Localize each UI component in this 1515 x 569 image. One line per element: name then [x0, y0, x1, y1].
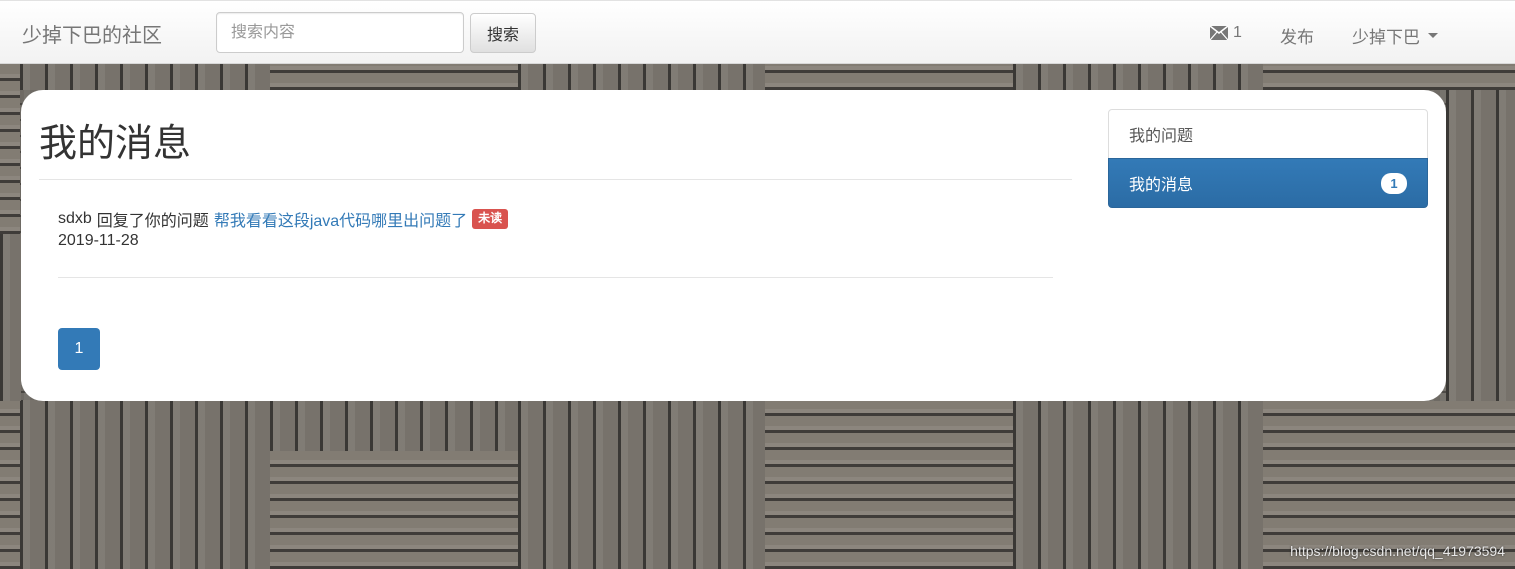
envelope-icon	[1210, 26, 1228, 40]
sidebar-item-label: 我的问题	[1129, 128, 1194, 145]
title-divider	[39, 179, 1072, 180]
message-sender: sdxb	[58, 210, 92, 227]
publish-link[interactable]: 发布	[1280, 23, 1314, 48]
brand-logo[interactable]: 少掉下巴的社区	[22, 19, 162, 48]
main-panel: 我的消息 sdxb 回复了你的问题 帮我看看这段java代码哪里出问题了 未读 …	[21, 90, 1446, 401]
user-name: 少掉下巴	[1352, 28, 1420, 47]
notifications-link[interactable]: 1	[1210, 23, 1242, 43]
sidebar-item-label: 我的消息	[1129, 177, 1194, 194]
search-input[interactable]	[216, 12, 464, 53]
watermark-text: https://blog.csdn.net/qq_41973594	[1290, 543, 1505, 559]
message-item: sdxb 回复了你的问题 帮我看看这段java代码哪里出问题了 未读	[58, 207, 509, 231]
message-count-badge: 1	[1381, 172, 1407, 194]
message-divider	[58, 277, 1053, 278]
sidebar-item-my-questions[interactable]: 我的问题	[1108, 109, 1428, 159]
unread-badge: 未读	[472, 209, 509, 229]
profile-sidebar: 我的问题 我的消息 1	[1108, 109, 1428, 208]
pagination-page-1[interactable]: 1	[58, 328, 100, 370]
search-button[interactable]: 搜索	[470, 13, 536, 53]
user-menu-dropdown[interactable]: 少掉下巴	[1352, 23, 1438, 48]
notification-count: 1	[1233, 24, 1242, 41]
sidebar-item-my-messages[interactable]: 我的消息 1	[1108, 158, 1428, 208]
question-link[interactable]: 帮我看看这段java代码哪里出问题了	[214, 207, 467, 231]
message-action: 回复了你的问题	[96, 213, 209, 230]
message-date: 2019-11-28	[58, 232, 139, 249]
caret-down-icon	[1428, 33, 1438, 38]
top-navbar: 少掉下巴的社区 搜索 1 发布 少掉下巴	[0, 0, 1515, 64]
page-title: 我的消息	[39, 123, 192, 165]
